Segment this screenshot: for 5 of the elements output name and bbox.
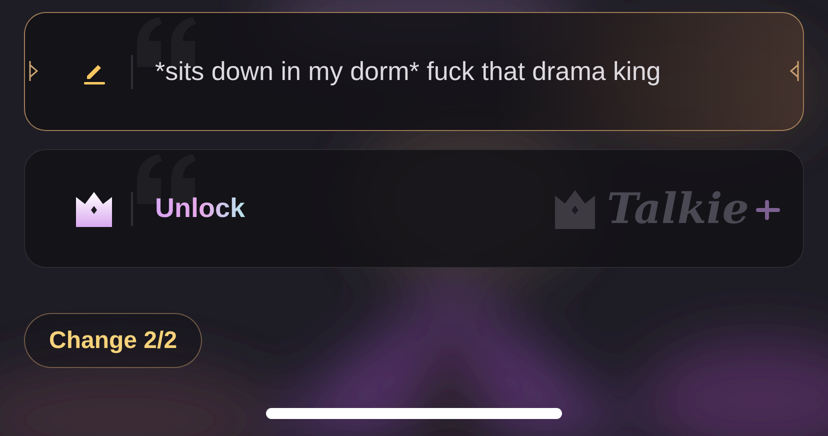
brand-logo-text: Talkie (606, 184, 749, 233)
option-card[interactable]: *sits down in my dorm* fuck that drama king (24, 12, 804, 131)
change-button[interactable]: Change 2/2 (24, 313, 202, 368)
option-card[interactable]: Unlock Talkie (24, 149, 804, 268)
reply-text: *sits down in my dorm* fuck that drama king (155, 56, 661, 87)
